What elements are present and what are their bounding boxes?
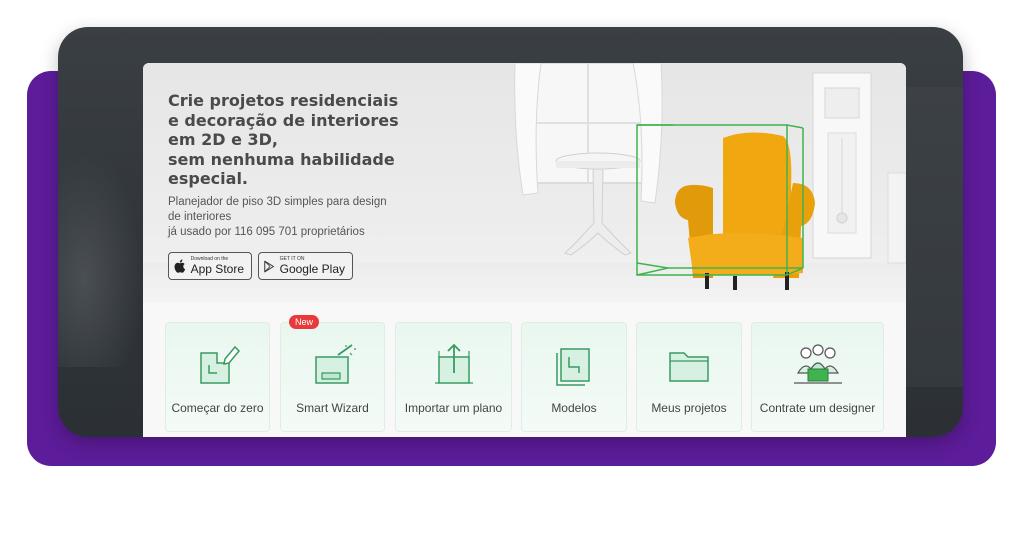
action-cards: Começar do zero New Smart Wizard Importa…: [143, 303, 906, 437]
subtitle-line: Planejador de piso 3D simples para desig…: [168, 196, 387, 208]
folder-icon: [669, 352, 709, 382]
card-label: Modelos: [551, 401, 597, 415]
card-label: Contrate um designer: [759, 401, 876, 415]
import-plan-icon: [434, 343, 473, 384]
app-screen: Crie projetos residenciais e decoração d…: [143, 63, 906, 437]
hero-subtitle: Planejador de piso 3D simples para desig…: [168, 195, 408, 240]
floor-plan-pencil-icon: [199, 345, 240, 384]
card-smart-wizard[interactable]: New Smart Wizard: [280, 315, 385, 432]
google-play-label: Google Play: [279, 262, 345, 276]
app-store-label: App Store: [190, 262, 244, 276]
headline-line: Crie projetos residenciais: [168, 91, 399, 110]
card-label: Smart Wizard: [296, 401, 369, 415]
room-illustration: [514, 63, 906, 290]
card-start-from-scratch[interactable]: Começar do zero: [165, 322, 270, 432]
new-badge: New: [289, 315, 320, 329]
hero-banner: Crie projetos residenciais e decoração d…: [143, 63, 906, 303]
card-hire-designer[interactable]: Contrate um designer: [751, 322, 884, 432]
hero-headline: Crie projetos residenciais e decoração d…: [168, 91, 418, 189]
apple-icon: [174, 259, 186, 273]
app-store-button[interactable]: Download on the App Store: [168, 252, 252, 280]
google-play-button[interactable]: GET IT ON Google Play: [258, 252, 353, 280]
headline-line: especial.: [168, 169, 249, 188]
subtitle-line: já usado por 116 095 701 proprietários: [168, 226, 365, 238]
headline-line: e decoração de interiores: [168, 110, 399, 130]
armchair: [675, 132, 815, 290]
card-label: Importar um plano: [404, 401, 503, 415]
headline-line: em 2D e 3D,: [168, 130, 278, 149]
templates-plan-icon: [556, 348, 590, 386]
blurred-background-left: [58, 147, 143, 367]
card-label: Meus projetos: [651, 401, 727, 415]
card-my-projects[interactable]: Meus projetos: [636, 322, 742, 432]
google-play-icon: [264, 260, 274, 272]
card-templates[interactable]: Modelos: [521, 322, 627, 432]
store-badges: Download on the App Store GET IT ON Goog…: [168, 252, 353, 280]
designers-group-icon: [793, 344, 842, 384]
headline-line: sem nenhuma habilidade: [168, 149, 395, 169]
subtitle-line: de interiores: [168, 211, 232, 223]
card-import-plan[interactable]: Importar um plano: [395, 322, 512, 432]
magic-wand-room-icon: [314, 344, 356, 384]
card-label: Começar do zero: [171, 401, 264, 415]
